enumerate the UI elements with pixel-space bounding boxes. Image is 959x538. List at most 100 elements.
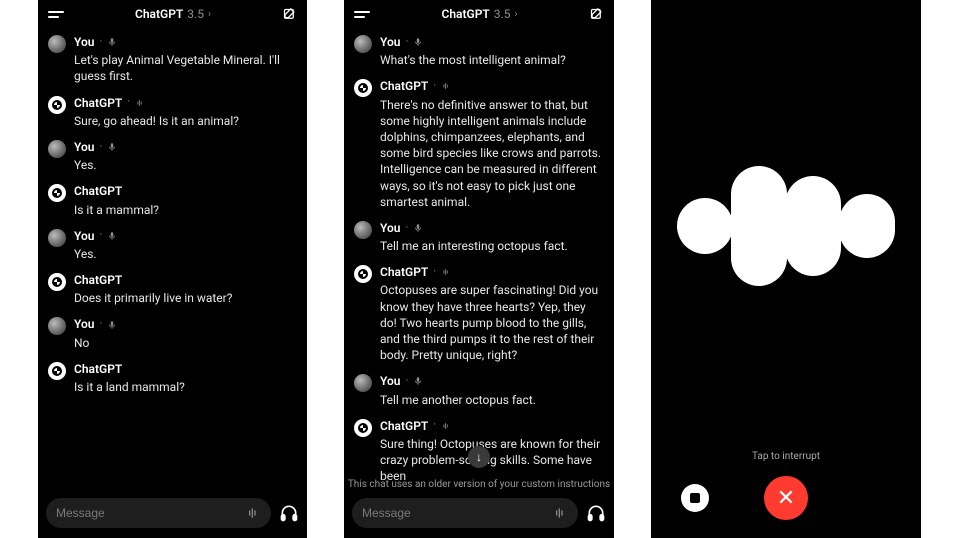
message-input-bar[interactable] [352,498,578,528]
voice-blob [677,198,733,254]
brand-name: ChatGPT [135,7,183,21]
headphones-icon[interactable] [586,503,606,523]
sender-name: ChatGPT [380,78,428,94]
sender-name: ChatGPT [380,264,428,280]
message-text: Is it a land mammal? [74,379,297,395]
headphones-icon[interactable] [279,503,299,523]
microphone-icon [413,223,423,233]
menu-icon[interactable] [354,8,370,21]
compose-icon[interactable] [589,7,604,22]
sender-name: You [380,373,400,389]
user-avatar [48,140,66,158]
audio-waveform-icon [441,421,451,431]
message-header: You· [74,316,297,332]
assistant-avatar [354,79,372,97]
message-text: Octopuses are super fascinating! Did you… [380,282,604,363]
message-body: You·What's the most intelligent animal? [380,34,604,68]
message-text: Yes. [74,157,297,173]
message-row: ChatGPT·There's no definitive answer to … [354,78,604,210]
model-version: 3.5 [187,7,204,21]
message-body: ChatGPT· Octopuses are super fascinating!… [380,264,604,363]
message-header: ChatGPT [74,272,297,288]
voice-blobs [677,166,895,286]
message-row: ChatGPT· Sure, go ahead! Is it an animal? [48,95,297,129]
chat-screen-1: ChatGPT 3.5 › You · Let's play Animal Vege… [38,0,307,538]
menu-icon[interactable] [48,8,64,21]
stop-button[interactable] [681,484,709,512]
chevron-right-icon: › [514,9,517,20]
audio-waveform-icon [441,267,451,277]
message-row: ChatGPT Is it a mammal? [48,183,297,217]
message-text: Let's play Animal Vegetable Mineral. I'l… [74,52,297,84]
sender-name: You [380,34,400,50]
sender-name: You [74,34,94,50]
separator-dot: · [99,228,102,243]
microphone-icon [107,320,117,330]
message-list[interactable]: You·What's the most intelligent animal?C… [344,26,614,492]
message-body: You · Let's play Animal Vegetable Mineral.… [74,34,297,85]
message-text: Sure thing! Octopuses are known for thei… [380,436,604,485]
voice-visualizer[interactable] [651,0,921,451]
user-avatar [354,374,372,392]
message-body: ChatGPT·There's no definitive answer to … [380,78,604,210]
message-header: ChatGPT [74,361,297,377]
message-header: You · [74,139,297,155]
brand-name: ChatGPT [442,7,490,21]
close-button[interactable]: ✕ [764,476,808,520]
voice-blob [731,166,787,286]
message-body: ChatGPT Is it a mammal? [74,183,297,217]
message-body: ChatGPT·Sure thing! Octopuses are known … [380,418,604,485]
separator-dot: · [99,140,102,155]
message-body: ChatGPT· Sure, go ahead! Is it an animal? [74,95,297,129]
sender-name: You [74,139,94,155]
separator-dot: · [99,35,102,50]
header-title[interactable]: ChatGPT 3.5 › [442,7,518,21]
separator-dot: · [405,221,408,236]
microphone-icon [107,142,117,152]
sender-name: You [380,220,400,236]
message-body: ChatGPT Is it a land mammal? [74,361,297,395]
sender-name: You [74,316,94,332]
message-text: Is it a mammal? [74,202,297,218]
message-text: Does it primarily live in water? [74,290,297,306]
voice-blob [785,176,841,276]
header-title[interactable]: ChatGPT 3.5 › [135,7,211,21]
message-text: What's the most intelligent animal? [380,52,604,68]
message-body: You·Tell me another octopus fact. [380,373,604,407]
compose-icon[interactable] [282,7,297,22]
model-version: 3.5 [494,7,511,21]
message-input-bar[interactable] [46,498,271,528]
tap-to-interrupt-hint: Tap to interrupt [651,451,921,462]
sender-name: ChatGPT [74,361,122,377]
message-header: You · [380,220,604,236]
voice-waveform-icon[interactable] [552,505,568,521]
sender-name: ChatGPT [74,272,122,288]
audio-waveform-icon [441,81,451,91]
message-row: You· Yes. [48,228,297,262]
separator-dot: · [433,418,436,433]
user-avatar [354,221,372,239]
message-input[interactable] [56,506,239,520]
message-header: ChatGPT· [74,95,297,111]
message-header: ChatGPT [74,183,297,199]
message-body: You·Tell me an interesting octopus fact. [380,220,604,254]
sender-name: ChatGPT [74,183,122,199]
message-text: No [74,335,297,351]
message-text: Sure, go ahead! Is it an animal? [74,113,297,129]
message-text: Tell me another octopus fact. [380,392,604,408]
message-row: ChatGPT Does it primarily live in water? [48,272,297,306]
message-input[interactable] [362,506,546,520]
microphone-icon [413,37,423,47]
header: ChatGPT 3.5 › [38,0,307,26]
chevron-right-icon: › [208,9,211,20]
message-header: ChatGPT· [380,264,604,280]
scroll-to-bottom-button[interactable]: ↓ [468,446,490,468]
message-header: You · [74,34,297,50]
user-avatar [48,317,66,335]
message-list[interactable]: You · Let's play Animal Vegetable Mineral.… [38,26,307,492]
microphone-icon [107,37,117,47]
voice-blob [839,194,895,258]
message-text: Yes. [74,246,297,262]
message-header: You· [74,228,297,244]
voice-waveform-icon[interactable] [245,505,261,521]
